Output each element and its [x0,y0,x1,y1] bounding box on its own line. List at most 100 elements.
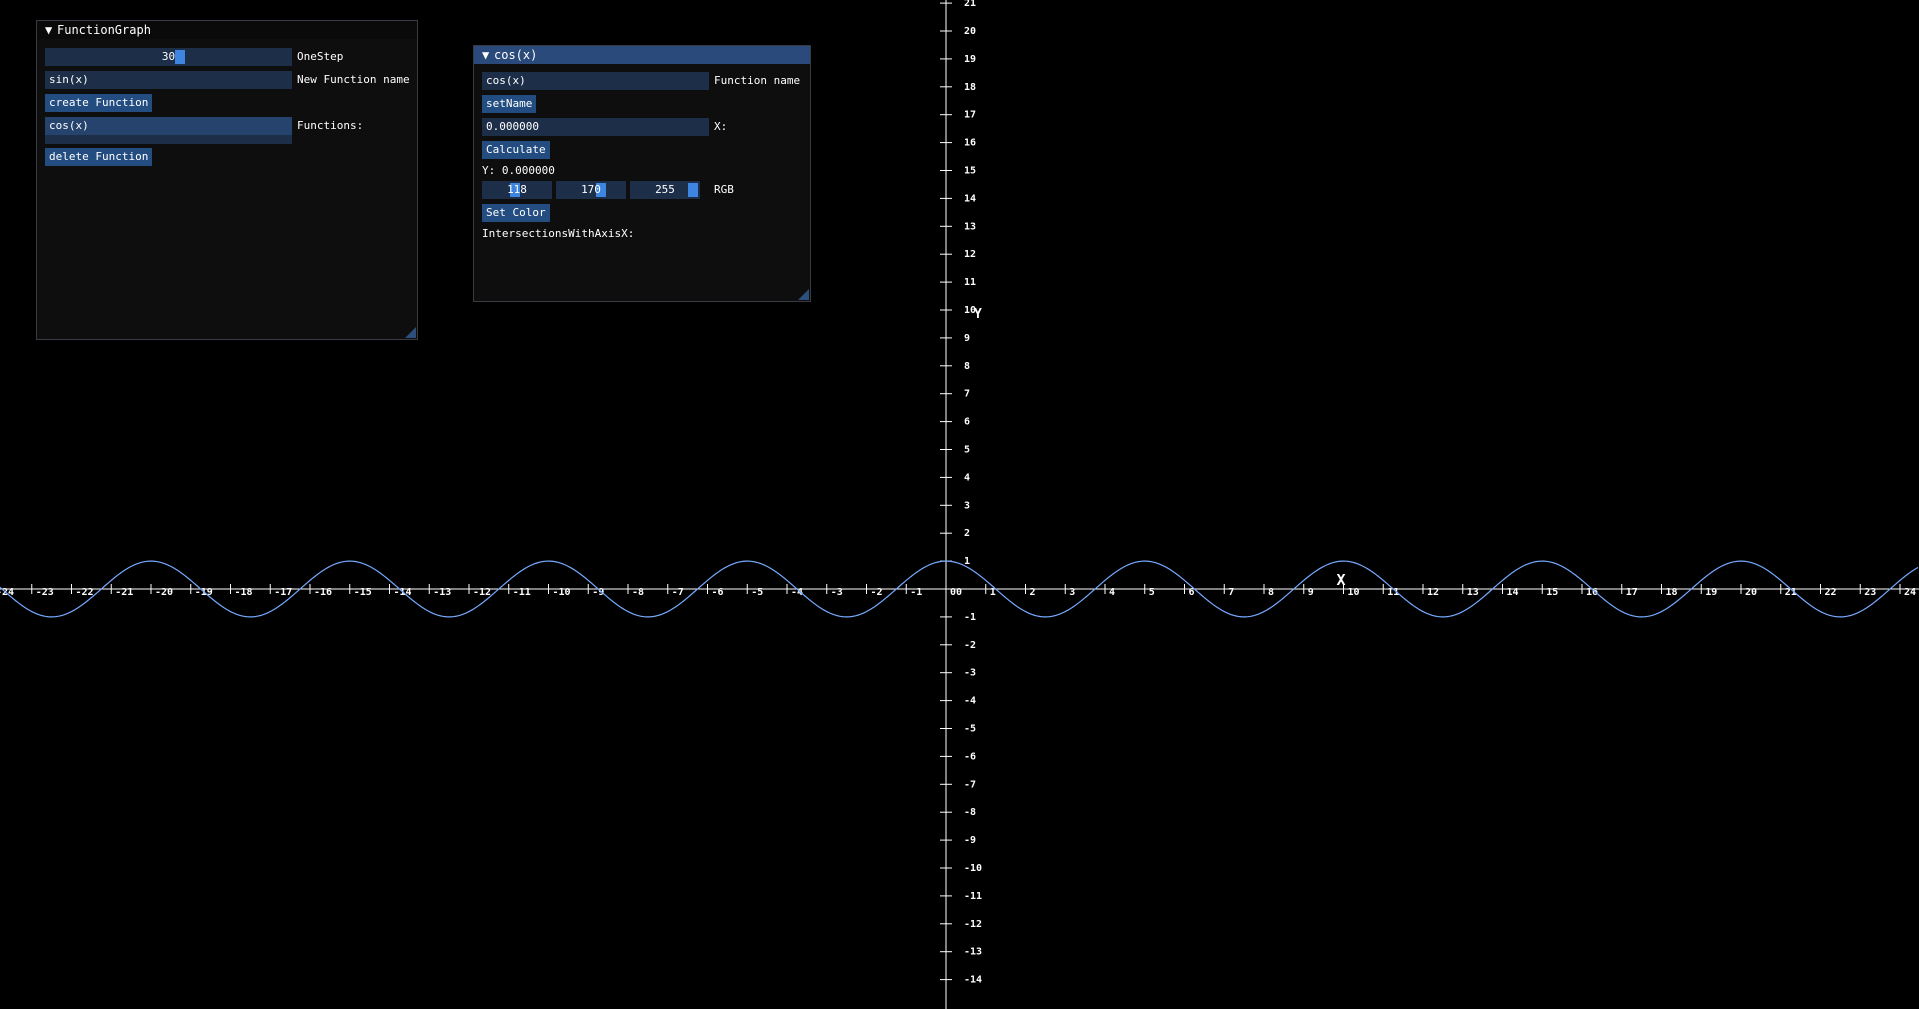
cos-window-title: cos(x) [494,48,538,62]
y-tick-label: -14 [964,975,982,986]
y-tick-label: 15 [964,166,976,177]
y-tick-label: 6 [964,417,970,428]
y-tick-label: -10 [964,863,982,874]
y-tick-label: 5 [964,445,970,456]
rgb-label: RGB [714,183,734,196]
rgb-blue-slider[interactable]: 255 [630,181,700,199]
y-tick-label: 19 [964,54,976,65]
x-tick-label: -11 [513,587,531,598]
x-tick-label: -16 [314,587,332,598]
y-tick-label: 4 [964,472,970,483]
x-tick-label: 00 [950,587,962,598]
x-tick-label: -10 [553,587,571,598]
y-tick-label: 9 [964,333,970,344]
y-tick-label: 18 [964,82,976,93]
create-function-button[interactable]: create Function [45,94,153,112]
y-tick-label: 17 [964,110,976,121]
cos-function-window[interactable]: ▼ cos(x) cos(x) Function name setName 0.0… [473,45,811,302]
rgb-green-slider[interactable]: 170 [556,181,626,199]
x-tick-label: -12 [473,587,491,598]
y-tick-label: 13 [964,221,976,232]
x-tick-label: -21 [115,587,133,598]
x-tick-label: 15 [1546,587,1558,598]
onestep-value: 30 [161,50,176,63]
x-input[interactable]: 0.000000 [482,118,709,136]
onestep-slider[interactable]: 30 [45,48,292,66]
x-tick-label: -15 [354,587,372,598]
y-tick-label: 20 [964,26,976,37]
y-tick-label: -6 [964,751,976,762]
x-tick-label: -18 [235,587,253,598]
x-tick-label: -22 [76,587,94,598]
y-tick-label: 14 [964,193,976,204]
y-tick-label: -7 [964,779,976,790]
rgb-red-value: 118 [507,183,527,196]
x-tick-label: 13 [1467,587,1479,598]
resize-grip-icon[interactable] [405,327,416,338]
x-tick-label: -6 [712,587,724,598]
y-tick-label: -12 [964,919,982,930]
y-tick-label: 16 [964,138,976,149]
x-tick-label: -7 [672,587,684,598]
x-tick-label: -1 [910,587,922,598]
x-tick-label: 24 [1904,587,1916,598]
x-tick-label: 18 [1666,587,1678,598]
y-tick-label: 2 [964,528,970,539]
delete-function-button[interactable]: delete Function [45,148,153,166]
rgb-red-slider[interactable]: 118 [482,181,552,199]
rgb-blue-value: 255 [655,183,675,196]
y-tick-label: -1 [964,612,976,623]
x-tick-label: 23 [1864,587,1876,598]
y-tick-label: -3 [964,668,976,679]
x-axis-label: X [1337,571,1346,589]
y-tick-label: 3 [964,500,970,511]
x-tick-label: 17 [1626,587,1638,598]
x-tick-label: 19 [1705,587,1717,598]
y-tick-label: -9 [964,835,976,846]
y-tick-label: -13 [964,947,982,958]
function-name-input[interactable]: cos(x) [482,72,709,90]
x-tick-label: 7 [1228,587,1234,598]
y-result: Y: 0.000000 [482,164,555,177]
rgb-blue-grab[interactable] [688,183,698,197]
resize-grip-icon[interactable] [798,289,809,300]
x-tick-label: -8 [632,587,644,598]
calculate-button[interactable]: Calculate [482,141,550,159]
functions-list-item[interactable]: cos(x) [45,117,292,135]
functions-listbox[interactable]: cos(x) [45,117,292,144]
function-graph-title: FunctionGraph [57,23,151,37]
x-tick-label: 22 [1825,587,1837,598]
y-tick-label: -11 [964,891,982,902]
x-tick-label: -5 [751,587,763,598]
function-graph-titlebar[interactable]: ▼ FunctionGraph [37,21,417,39]
set-color-button[interactable]: Set Color [482,204,550,222]
x-tick-label: 9 [1308,587,1314,598]
function-name-label: Function name [714,74,801,87]
y-tick-label: -8 [964,807,976,818]
function-graph-window[interactable]: ▼ FunctionGraph 30 OneStep sin(x) New Fun… [36,20,418,340]
new-function-input[interactable]: sin(x) [45,71,292,89]
y-tick-label: -2 [964,640,976,651]
cos-window-titlebar[interactable]: ▼ cos(x) [474,46,810,64]
collapse-triangle-icon[interactable]: ▼ [482,46,494,64]
y-tick-label: 12 [964,249,976,260]
intersections-label: IntersectionsWithAxisX: [482,227,635,240]
x-tick-label: 8 [1268,587,1274,598]
x-tick-label: 3 [1069,587,1075,598]
rgb-green-value: 170 [581,183,601,196]
x-label: X: [714,120,728,133]
x-tick-label: 10 [1348,587,1360,598]
x-tick-label: -17 [274,587,292,598]
onestep-label: OneStep [297,50,344,63]
x-tick-label: -3 [831,587,843,598]
onestep-slider-grab[interactable] [175,50,185,64]
setname-button[interactable]: setName [482,95,537,113]
x-tick-label: 14 [1507,587,1519,598]
collapse-triangle-icon[interactable]: ▼ [45,21,57,39]
y-tick-label: 7 [964,389,970,400]
new-function-label: New Function name [297,73,410,86]
x-tick-label: -23 [36,587,54,598]
y-tick-label: 8 [964,361,970,372]
y-axis-label: Y [974,307,982,322]
x-tick-label: -20 [155,587,173,598]
